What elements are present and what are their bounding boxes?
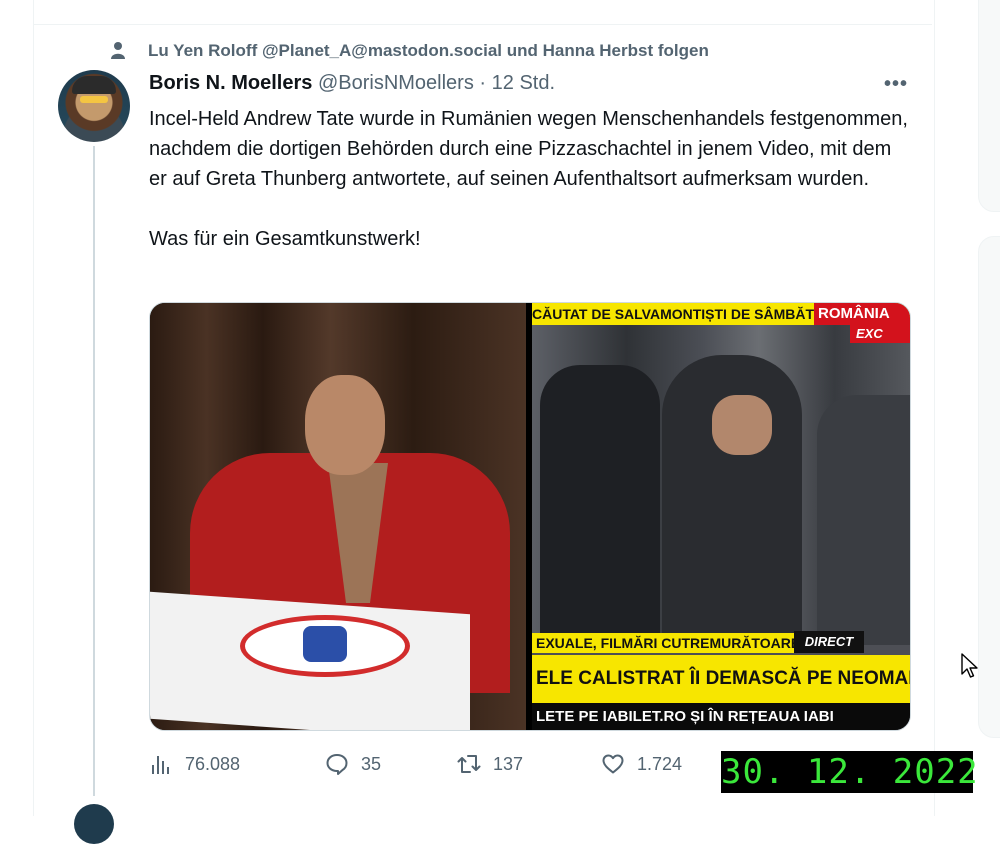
- like-count: 1.724: [637, 753, 683, 774]
- social-context-text[interactable]: Lu Yen Roloff @Planet_A@mastodon.social …: [148, 41, 709, 61]
- right-sidebar-card-bottom: [978, 236, 1000, 738]
- news-direct-badge: DIRECT: [794, 631, 864, 653]
- next-tweet-avatar[interactable]: [74, 804, 114, 844]
- date-stamp-overlay: 30. 12. 2022: [721, 751, 979, 793]
- reply-button[interactable]: 35: [325, 748, 381, 780]
- media-image-right[interactable]: CĂUTAT DE SALVAMONTIȘTI DE SÂMBĂTĂ ROMÂN…: [532, 303, 910, 730]
- tweet-header: Boris N. Moellers @BorisNMoellers · 12 S…: [149, 72, 555, 98]
- header-separator: ·: [479, 72, 487, 94]
- image-head: [305, 375, 385, 475]
- views-icon: [152, 756, 169, 774]
- news-bottom-ticker: LETE PE IABILET.RO ȘI ÎN REȚEAUA IABI: [532, 703, 910, 730]
- news-subline: EXUALE, FILMĂRI CUTREMURĂTOARE: [532, 633, 826, 653]
- author-name[interactable]: Boris N. Moellers: [149, 72, 312, 94]
- scene-face: [712, 395, 772, 455]
- retweet-count: 137: [493, 753, 524, 774]
- tweet-text: Incel-Held Andrew Tate wurde in Rumänien…: [149, 108, 908, 250]
- like-button[interactable]: 1.724: [601, 748, 682, 780]
- tweet-actions: 76.088 35 137 1.724: [149, 748, 709, 780]
- views-count: 76.088: [185, 753, 241, 774]
- reply-count: 35: [361, 753, 382, 774]
- thread-line: [93, 146, 95, 796]
- avatar-glasses: [80, 96, 108, 103]
- media-image-left[interactable]: [150, 303, 526, 730]
- previous-tweet-actions-clipped: [150, 0, 790, 4]
- news-headline: ELE CALISTRAT ÎI DEMASCĂ PE NEOMARX: [532, 655, 910, 703]
- news-scene: [532, 325, 910, 645]
- tweet-media[interactable]: CĂUTAT DE SALVAMONTIȘTI DE SÂMBĂTĂ ROMÂN…: [149, 302, 911, 731]
- mouse-cursor-icon: [961, 653, 978, 678]
- retweet-button[interactable]: 137: [457, 748, 523, 780]
- scene-figure-right: [817, 395, 910, 645]
- tweet-time[interactable]: 12 Std.: [492, 72, 555, 94]
- news-badge: EXC: [850, 325, 910, 343]
- retweet-icon: [457, 755, 481, 773]
- author-avatar[interactable]: [58, 70, 130, 142]
- scene-figure-left: [540, 365, 660, 645]
- person-icon: [111, 42, 125, 59]
- tweet-divider: [34, 24, 932, 25]
- heart-icon: [602, 754, 624, 774]
- right-sidebar-card-top: [978, 0, 1000, 212]
- more-icon[interactable]: •••: [882, 74, 910, 94]
- author-handle[interactable]: @BorisNMoellers: [318, 72, 474, 94]
- views-button[interactable]: 76.088: [149, 748, 240, 780]
- pizza-logo: [240, 615, 410, 677]
- reply-icon: [326, 754, 348, 775]
- news-brand: ROMÂNIA: [814, 303, 910, 325]
- avatar-hat: [72, 76, 116, 94]
